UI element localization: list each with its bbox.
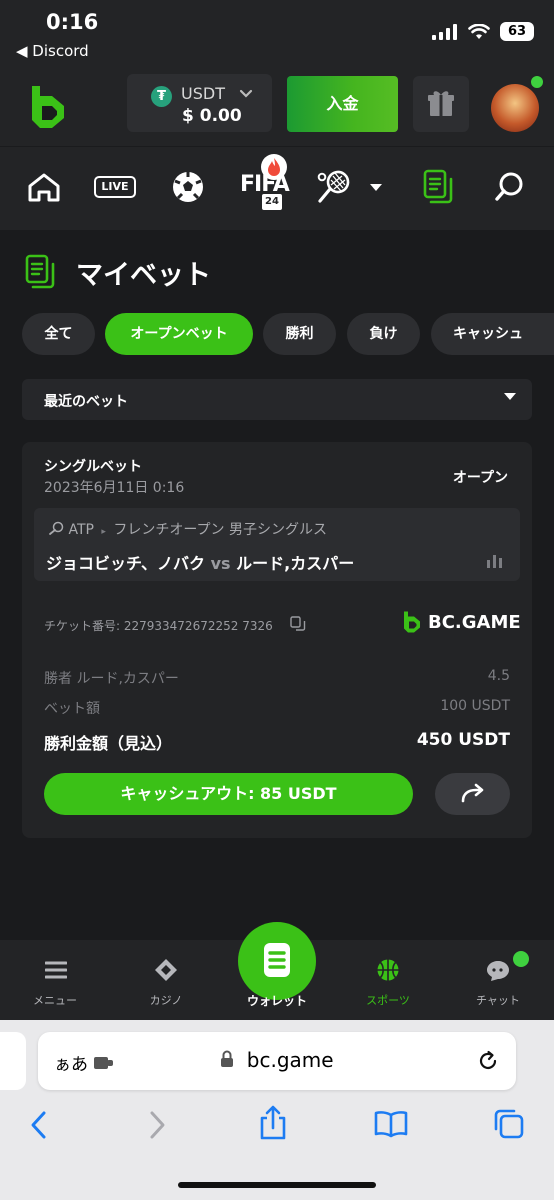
battery-indicator: 63 [500, 22, 534, 41]
odds-value: 4.5 [487, 668, 510, 684]
stake-value: 100 USDT [440, 698, 510, 714]
soccer-ball-icon[interactable] [170, 167, 206, 207]
copy-icon[interactable] [290, 616, 306, 632]
tab-won[interactable]: 勝利 [263, 313, 336, 355]
event-matchup: ジョコビッチ、ノバク vs ルード,カスパー [46, 550, 354, 574]
casino-label: カジノ [149, 994, 183, 1007]
signal-icon [432, 23, 457, 40]
selection-label: 勝者 ルード,カスパー [44, 671, 179, 687]
live-label: LIVE [101, 180, 129, 193]
address-bar[interactable]: ぁあ bc.game [38, 1032, 516, 1090]
reload-icon[interactable] [476, 1049, 500, 1073]
bookmarks-icon[interactable] [374, 1110, 408, 1138]
basketball-icon [377, 959, 399, 981]
my-bets-title-icon [25, 254, 55, 289]
menu-icon [45, 961, 67, 979]
wallet-icon [264, 943, 290, 977]
chevron-down-icon [239, 89, 253, 98]
user-avatar[interactable] [491, 84, 539, 132]
bet-type: シングルベット [44, 459, 142, 475]
fire-badge-icon [261, 154, 287, 180]
home-indicator [178, 1182, 376, 1188]
live-button[interactable]: LIVE [94, 176, 136, 198]
sports-label: スポーツ [366, 994, 410, 1007]
share-button[interactable] [435, 773, 510, 815]
payout-label: 勝利金額（見込） [44, 734, 173, 753]
gift-button[interactable] [413, 76, 469, 132]
browser-toolbar: ぁあ bc.game [0, 1020, 554, 1200]
tennis-icon[interactable] [314, 167, 354, 207]
chat-icon [487, 961, 509, 981]
team-home: ジョコビッチ、ノバク [46, 554, 206, 573]
team-away: ルード,カスパー [236, 554, 355, 573]
status-time: 0:16 [46, 10, 99, 34]
lock-icon [221, 1050, 234, 1067]
bcgame-logo-icon [404, 611, 420, 633]
cashout-button[interactable]: キャッシュアウト: 85 USDT [44, 773, 413, 815]
bet-status: オープン [452, 470, 508, 486]
bet-date: 2023年6月11日 0:16 [44, 480, 185, 496]
wallet-label: ウォレット [246, 994, 307, 1008]
wifi-icon [468, 23, 490, 39]
menu-label: メニュー [33, 994, 77, 1007]
usdt-coin-icon: ₮ [151, 86, 172, 107]
app-header: ₮ USDT $ 0.00 入金 [0, 70, 554, 146]
home-icon[interactable] [26, 167, 62, 207]
forward-arrow-icon[interactable] [146, 1108, 168, 1142]
status-icons: 63 [432, 22, 534, 41]
fifa-year: 24 [262, 194, 282, 210]
vs-label: vs [210, 554, 231, 573]
currency-name: USDT [181, 84, 225, 103]
share-arrow-icon [461, 783, 484, 803]
casino-icon [155, 959, 177, 981]
brand-name: BC.GAME [428, 611, 521, 633]
chat-label: チャット [476, 994, 520, 1007]
my-bets-icon[interactable] [422, 167, 456, 207]
bottom-nav-casino[interactable]: カジノ [111, 940, 221, 1020]
payout-value: 450 USDT [416, 730, 510, 750]
back-arrow-icon[interactable] [28, 1108, 50, 1142]
tabs-icon[interactable] [493, 1108, 525, 1140]
deposit-button[interactable]: 入金 [287, 76, 398, 132]
share-icon[interactable] [258, 1104, 288, 1142]
event-league: ATP ▸ フレンチオープン 男子シングルス [48, 519, 327, 539]
bcgame-logo-icon[interactable] [28, 84, 68, 130]
bottom-nav-menu[interactable]: メニュー [0, 940, 110, 1020]
sports-nav: LIVE FIFA 24 [0, 146, 554, 230]
back-to-app-link[interactable]: ◀ Discord [16, 42, 89, 60]
brand-logo: BC.GAME [402, 610, 521, 634]
league-event: フレンチオープン 男子シングルス [113, 522, 327, 538]
bet-period-dropdown[interactable]: 最近のベット [22, 379, 532, 420]
search-icon[interactable] [494, 167, 528, 207]
online-indicator [529, 74, 545, 90]
tennis-icon [49, 521, 64, 535]
tab-all[interactable]: 全て [22, 313, 95, 355]
currency-selector[interactable]: ₮ USDT $ 0.00 [127, 74, 272, 132]
gift-icon [428, 91, 454, 116]
tab-lost[interactable]: 負け [347, 313, 420, 355]
tab-cashout[interactable]: キャッシュ [431, 313, 554, 355]
bet-card: シングルベット 2023年6月11日 0:16 オープン ATP ▸ フレンチオ… [22, 442, 532, 838]
league-tour: ATP [68, 522, 94, 538]
chevron-down-icon [504, 393, 516, 400]
event-panel[interactable]: ATP ▸ フレンチオープン 男子シングルス ジョコビッチ、ノバク vs ルード… [34, 508, 520, 581]
previous-tab-preview[interactable] [0, 1032, 26, 1090]
bottom-nav-chat[interactable]: チャット [443, 940, 553, 1020]
stake-label: ベット額 [44, 701, 100, 717]
stats-icon[interactable] [486, 553, 504, 569]
tab-open-bets[interactable]: オープンベット [105, 313, 253, 355]
page-title: マイベット [76, 260, 211, 291]
ticket-number: チケット番号: 227933472672252 7326 [44, 619, 273, 633]
url-display[interactable]: bc.game [38, 1048, 516, 1072]
chat-notification-dot [513, 951, 529, 967]
dropdown-selected: 最近のベット [44, 394, 128, 410]
status-bar: 0:16 ◀ Discord 63 [0, 0, 554, 70]
sports-dropdown-caret[interactable] [370, 184, 382, 191]
bottom-nav-wallet[interactable] [238, 922, 316, 1000]
balance-amount: $ 0.00 [182, 106, 242, 126]
bottom-nav-sports[interactable]: スポーツ [333, 940, 443, 1020]
breadcrumb-arrow-icon: ▸ [101, 527, 106, 537]
url-text: bc.game [246, 1048, 334, 1072]
